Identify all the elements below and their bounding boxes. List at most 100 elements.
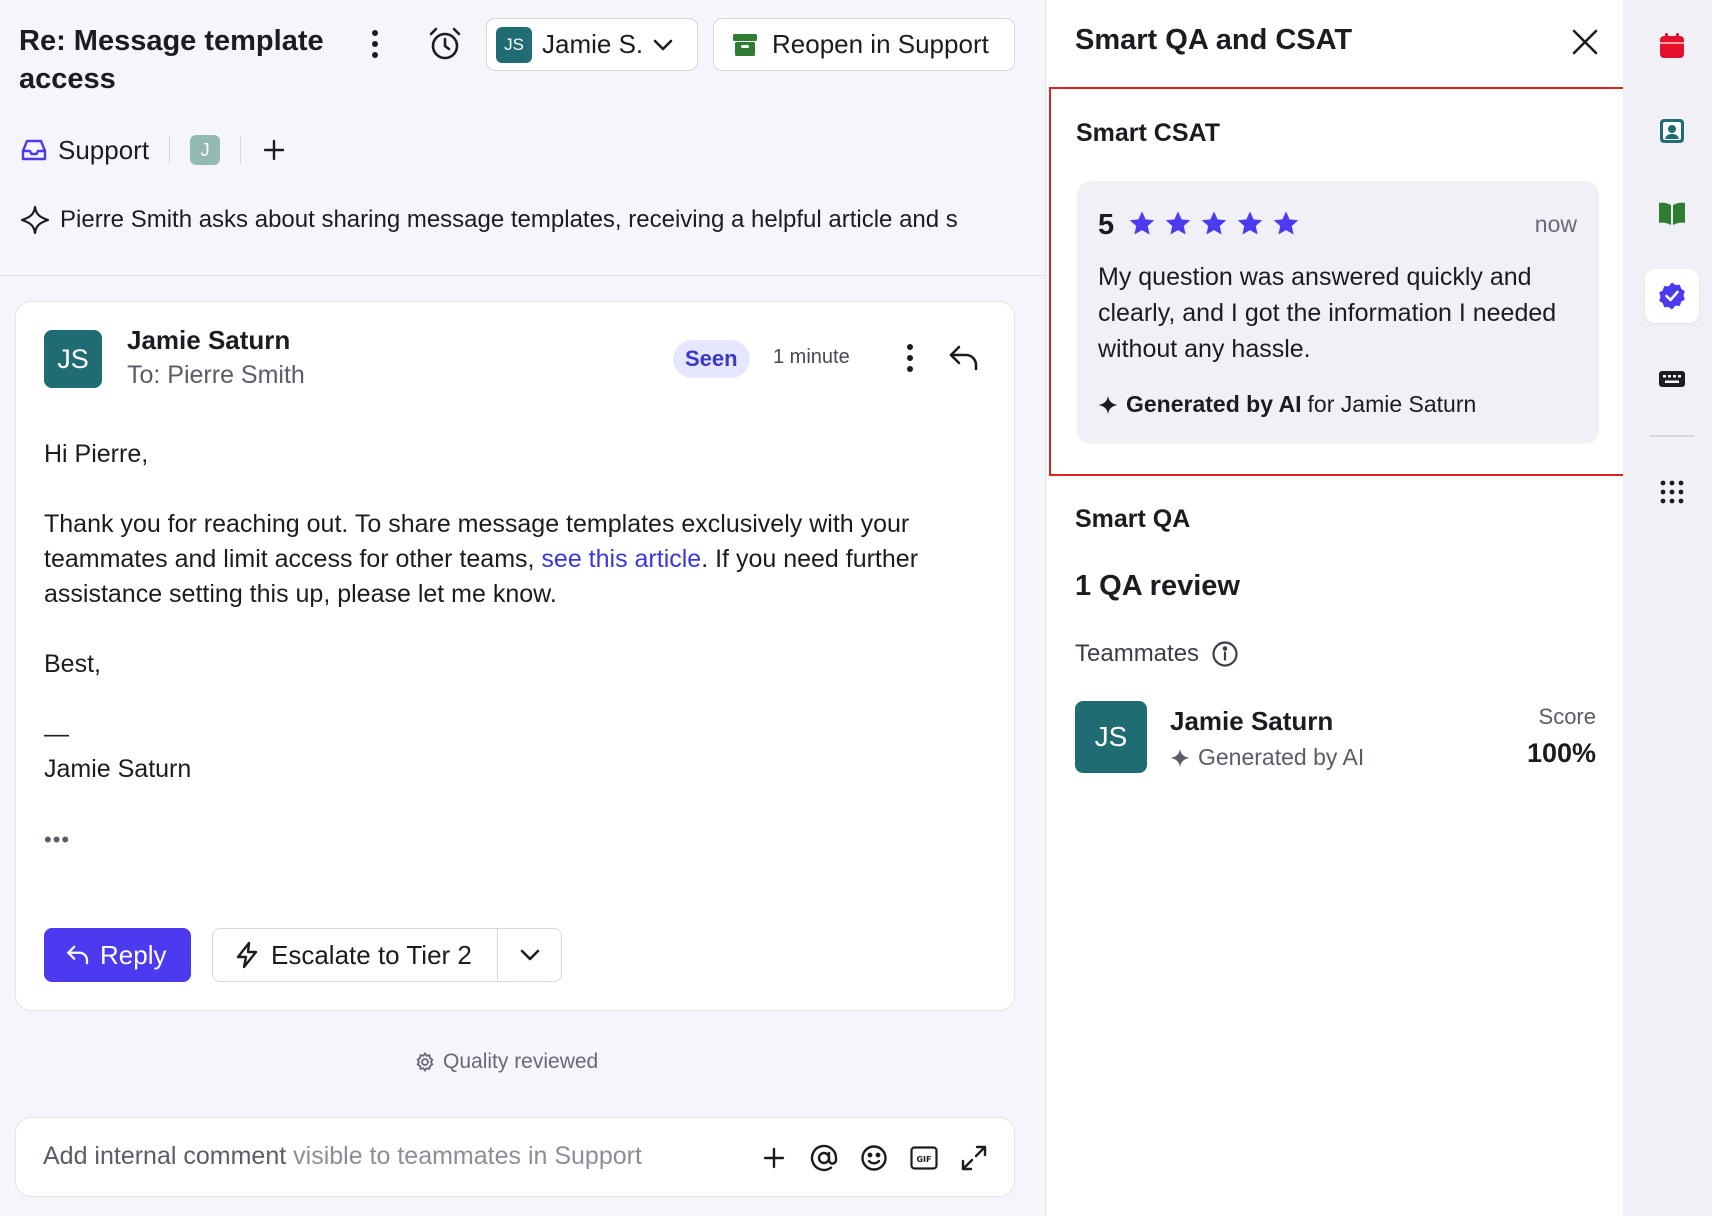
- sparkle-icon: [1170, 748, 1190, 767]
- conversation-pane: Re: Message template access JS Jamie S. …: [0, 0, 1045, 1216]
- summary-text: Pierre Smith asks about sharing message …: [60, 206, 958, 233]
- rail-contact-button[interactable]: [1645, 104, 1699, 158]
- keyboard-icon: [1659, 371, 1685, 387]
- placeholder-dim: visible to teammates in Support: [286, 1142, 642, 1170]
- signature-dash: —: [44, 720, 69, 748]
- quality-reviewed-label: Quality reviewed: [443, 1050, 599, 1073]
- escalate-options-button[interactable]: [498, 929, 561, 981]
- article-link[interactable]: see this article: [541, 545, 701, 573]
- teammate-name[interactable]: Jamie Saturn: [1170, 706, 1333, 737]
- chevron-down-icon: [653, 39, 673, 50]
- teammate-generated-label: Generated by AI: [1198, 744, 1365, 770]
- alarm-clock-icon: [429, 27, 461, 60]
- escalate-button[interactable]: Escalate to Tier 2: [213, 929, 498, 981]
- reply-button[interactable]: Reply: [44, 928, 191, 982]
- star-icon: [1165, 211, 1191, 235]
- teammate-generated-by: Generated by AI: [1170, 744, 1364, 771]
- expand-icon: [961, 1145, 987, 1171]
- message-paragraph: Thank you for reaching out. To share mes…: [44, 507, 994, 612]
- smiley-icon: [861, 1145, 887, 1171]
- gear-icon: [416, 1052, 434, 1072]
- rail-apps-button[interactable]: [1645, 465, 1699, 519]
- kebab-icon: [372, 30, 378, 58]
- recipient: To: Pierre Smith: [127, 361, 305, 389]
- conversation-title: Re: Message template access: [19, 25, 324, 95]
- add-participant-button[interactable]: [263, 139, 285, 161]
- inbox-chip[interactable]: Support: [20, 135, 149, 166]
- participant-avatar[interactable]: J: [190, 135, 221, 165]
- signature: Jamie Saturn: [44, 755, 192, 783]
- expand-composer-button[interactable]: [954, 1138, 994, 1178]
- reopen-label: Reopen in Support: [772, 29, 989, 59]
- at-sign-icon: [810, 1144, 838, 1172]
- divider: [0, 275, 1045, 276]
- grid-dots-icon: [1660, 480, 1684, 504]
- divider: [169, 136, 171, 164]
- star-icon: [1129, 211, 1155, 235]
- message-body: Hi Pierre, Thank you for reaching out. T…: [44, 437, 994, 787]
- ai-summary: Pierre Smith asks about sharing message …: [20, 200, 995, 240]
- score-label: Score: [1538, 704, 1596, 729]
- smart-csat-section: Smart CSAT 5 now My question was answere…: [1049, 87, 1625, 476]
- rail-smart-qa-button[interactable]: [1645, 269, 1699, 323]
- inbox-icon: [21, 139, 47, 161]
- teammate-avatar: JS: [1075, 701, 1147, 773]
- csat-star-rating: [1127, 209, 1301, 239]
- info-icon[interactable]: [1211, 640, 1239, 668]
- csat-time: now: [1534, 211, 1577, 237]
- generated-label: Generated by AI: [1126, 391, 1302, 417]
- message-time: 1 minute: [773, 346, 850, 368]
- sender-avatar: JS: [44, 330, 102, 388]
- csat-score: 5: [1098, 209, 1115, 241]
- internal-comment-composer[interactable]: Add internal comment visible to teammate…: [15, 1117, 1015, 1197]
- greeting: Hi Pierre,: [44, 440, 149, 468]
- gif-button[interactable]: GIF: [904, 1138, 944, 1178]
- show-more-button[interactable]: •••: [44, 827, 70, 853]
- open-book-icon: [1659, 202, 1685, 225]
- snooze-button[interactable]: [422, 24, 468, 64]
- csat-generated-by: Generated by AI for Jamie Saturn: [1098, 391, 1476, 418]
- star-icon: [1201, 211, 1227, 235]
- placeholder-main: Add internal comment: [43, 1142, 287, 1170]
- rail-keyboard-button[interactable]: [1645, 352, 1699, 406]
- message-card: JS Jamie Saturn To: Pierre Smith Seen 1 …: [15, 301, 1015, 1011]
- archive-box-icon: [733, 33, 757, 56]
- qa-review-count: 1 QA review: [1075, 570, 1240, 602]
- rail-knowledge-base-button[interactable]: [1645, 186, 1699, 240]
- csat-card: 5 now My question was answered quickly a…: [1077, 181, 1599, 444]
- close-panel-button[interactable]: [1565, 22, 1605, 62]
- more-options-button[interactable]: [360, 24, 390, 64]
- csat-comment: My question was answered quickly and cle…: [1098, 263, 1557, 363]
- assignee-name: Jamie S.: [542, 29, 644, 59]
- plus-icon: [263, 139, 285, 161]
- teammate-score: 100%: [1526, 738, 1596, 768]
- close-icon: [1572, 29, 1598, 55]
- plus-icon: [763, 1147, 785, 1169]
- reopen-in-support-button[interactable]: Reopen in Support: [713, 18, 1015, 71]
- smart-qa-panel: Smart QA and CSAT Smart CSAT 5 now My qu…: [1045, 0, 1625, 1216]
- message-reply-button[interactable]: [944, 338, 984, 378]
- panel-title: Smart QA and CSAT: [1075, 24, 1353, 56]
- mention-button[interactable]: [804, 1138, 844, 1178]
- sparkle-outline-icon: [20, 205, 50, 235]
- verified-badge-icon: [1659, 282, 1685, 310]
- contact-card-icon: [1660, 119, 1684, 143]
- assignee-dropdown[interactable]: JS Jamie S.: [486, 18, 698, 71]
- divider: [240, 136, 242, 164]
- calendar-icon: [1660, 33, 1684, 58]
- rail-calendar-button[interactable]: [1645, 19, 1699, 73]
- svg-text:GIF: GIF: [916, 1155, 931, 1164]
- emoji-button[interactable]: [854, 1138, 894, 1178]
- star-icon: [1237, 211, 1263, 235]
- reply-arrow-icon: [949, 345, 978, 371]
- star-icon: [1273, 211, 1299, 235]
- lightning-icon: [236, 941, 258, 969]
- attach-button[interactable]: [754, 1138, 794, 1178]
- sender-name: Jamie Saturn: [127, 325, 291, 355]
- smart-qa-heading: Smart QA: [1075, 505, 1191, 533]
- inbox-label: Support: [58, 134, 150, 165]
- escalate-split-button: Escalate to Tier 2: [212, 928, 562, 982]
- teammates-label: Teammates: [1075, 640, 1200, 667]
- message-more-button[interactable]: [895, 338, 925, 378]
- kebab-icon: [907, 344, 913, 372]
